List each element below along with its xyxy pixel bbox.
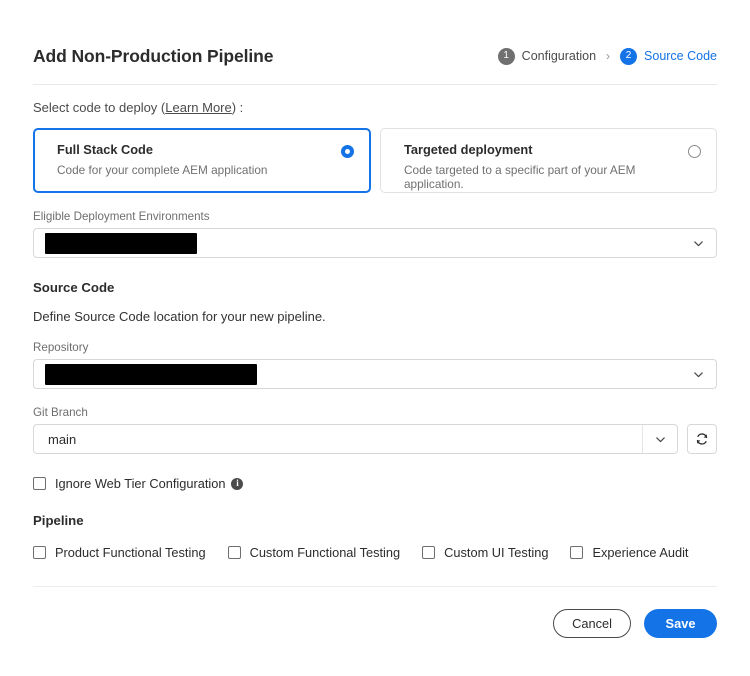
option-card-targeted-text: Targeted deployment Code targeted to a s… [404,142,688,191]
git-branch-label: Git Branch [33,406,717,419]
option-card-targeted-description: Code targeted to a specific part of your… [404,163,688,191]
cancel-button[interactable]: Cancel [553,609,631,638]
checkbox-custom-ui-testing[interactable]: Custom UI Testing [422,545,548,560]
info-icon[interactable]: i [231,478,243,490]
step-1-badge: 1 [498,48,515,65]
product-functional-testing-label: Product Functional Testing [55,545,206,560]
git-branch-row: main [33,424,717,454]
custom-ui-testing-label: Custom UI Testing [444,545,548,560]
experience-audit-checkbox[interactable] [570,546,583,559]
radio-targeted-deployment[interactable] [688,145,701,158]
git-branch-value[interactable]: main [34,432,642,447]
source-code-section-description: Define Source Code location for your new… [33,309,717,324]
custom-functional-testing-label: Custom Functional Testing [250,545,401,560]
deploy-instruction: Select code to deploy (Learn More) : [33,100,717,115]
step-separator-icon: › [606,49,610,63]
page-title: Add Non-Production Pipeline [33,46,273,67]
custom-ui-testing-checkbox[interactable] [422,546,435,559]
pipeline-section-title: Pipeline [33,513,717,528]
ignore-web-tier-checkbox-item[interactable]: Ignore Web Tier Configuration [33,476,225,491]
footer-divider [33,586,717,587]
step-2-label: Source Code [644,49,717,63]
deploy-option-cards: Full Stack Code Code for your complete A… [33,128,717,193]
step-1-label: Configuration [522,49,596,63]
repository-field: Repository [33,341,717,389]
checkbox-experience-audit[interactable]: Experience Audit [570,545,688,560]
environments-label: Eligible Deployment Environments [33,210,717,223]
experience-audit-label: Experience Audit [592,545,688,560]
refresh-icon [695,432,709,446]
dialog-footer: Cancel Save [33,609,717,638]
ignore-web-tier-row: Ignore Web Tier Configuration i [33,476,717,491]
chevron-down-icon [655,434,666,445]
save-button[interactable]: Save [644,609,717,638]
chevron-down-icon [693,369,704,380]
refresh-branches-button[interactable] [687,424,717,454]
option-card-full-stack-title: Full Stack Code [57,142,268,157]
pipeline-checkbox-group: Product Functional Testing Custom Functi… [33,545,717,560]
repository-label: Repository [33,341,717,354]
git-branch-dropdown-button[interactable] [642,425,677,453]
custom-functional-testing-checkbox[interactable] [228,546,241,559]
environments-field: Eligible Deployment Environments [33,210,717,258]
checkbox-product-functional-testing[interactable]: Product Functional Testing [33,545,206,560]
environments-redacted-value [45,233,197,254]
step-configuration[interactable]: 1 Configuration [498,48,596,65]
deploy-instruction-prefix: Select code to deploy ( [33,100,165,115]
repository-redacted-value [45,364,257,385]
repository-select[interactable] [33,359,717,389]
option-card-full-stack-text: Full Stack Code Code for your complete A… [57,142,268,177]
wizard-stepper: 1 Configuration › 2 Source Code [498,48,717,65]
step-source-code[interactable]: 2 Source Code [620,48,717,65]
dialog-header: Add Non-Production Pipeline 1 Configurat… [33,0,717,70]
step-2-badge: 2 [620,48,637,65]
deploy-instruction-suffix: ) : [232,100,244,115]
product-functional-testing-checkbox[interactable] [33,546,46,559]
git-branch-combobox[interactable]: main [33,424,678,454]
checkbox-custom-functional-testing[interactable]: Custom Functional Testing [228,545,401,560]
ignore-web-tier-checkbox[interactable] [33,477,46,490]
environments-select[interactable] [33,228,717,258]
ignore-web-tier-label: Ignore Web Tier Configuration [55,476,225,491]
option-card-targeted-deployment[interactable]: Targeted deployment Code targeted to a s… [380,128,717,193]
learn-more-link[interactable]: Learn More [165,100,231,115]
header-divider [33,84,717,85]
option-card-full-stack-code[interactable]: Full Stack Code Code for your complete A… [33,128,371,193]
add-pipeline-dialog: Add Non-Production Pipeline 1 Configurat… [0,0,750,676]
source-code-section-title: Source Code [33,280,717,295]
option-card-full-stack-description: Code for your complete AEM application [57,163,268,177]
option-card-targeted-title: Targeted deployment [404,142,688,157]
radio-full-stack-code[interactable] [341,145,354,158]
chevron-down-icon [693,238,704,249]
git-branch-field: Git Branch main [33,406,717,454]
